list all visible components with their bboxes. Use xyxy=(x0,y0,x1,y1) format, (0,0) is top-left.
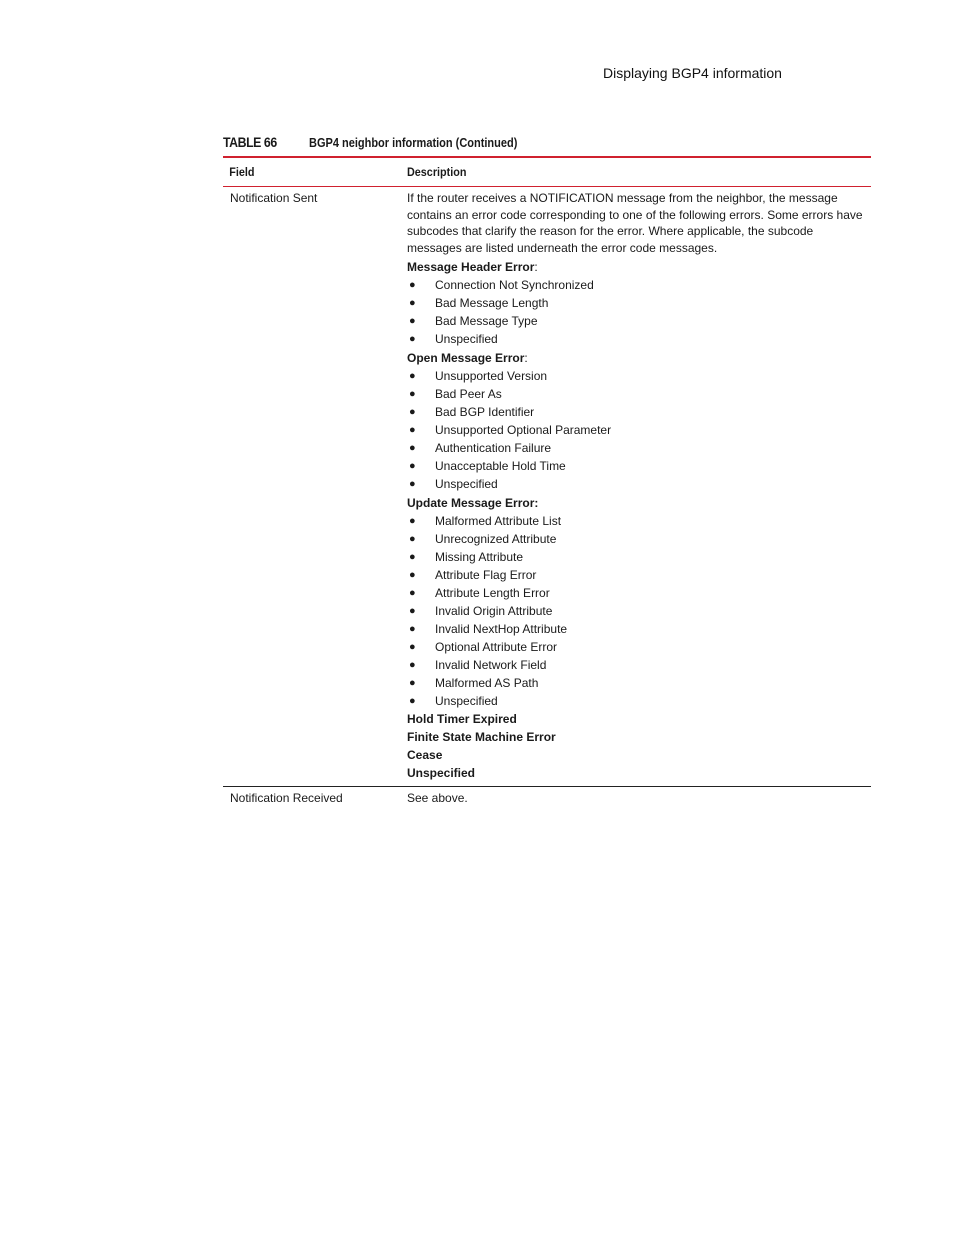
error-group-title: Update Message Error: xyxy=(407,494,865,512)
error-group-title: Message Header Error: xyxy=(407,258,865,276)
list-item: ● Bad Message Type xyxy=(407,312,865,330)
list-item: ● Malformed AS Path xyxy=(407,674,865,692)
bullet-icon: ● xyxy=(409,551,416,563)
bullet-icon: ● xyxy=(409,478,416,490)
bullet-icon: ● xyxy=(409,460,416,472)
list-item-text: Attribute Flag Error xyxy=(435,568,537,582)
list-item: ● Bad Message Length xyxy=(407,294,865,312)
list-item: ● Malformed Attribute List xyxy=(407,512,865,530)
list-item-text: Bad Message Type xyxy=(435,314,538,328)
list-item: ● Authentication Failure xyxy=(407,439,865,457)
error-code-label: Hold Timer Expired xyxy=(407,712,517,726)
list-item: ● Unsupported Optional Parameter xyxy=(407,421,865,439)
list-item: ● Optional Attribute Error xyxy=(407,638,865,656)
list-item-text: Bad Message Length xyxy=(435,296,549,310)
table-label: TABLE 66 xyxy=(223,134,277,150)
list-item: ● Attribute Flag Error xyxy=(407,566,865,584)
list-item-text: Unrecognized Attribute xyxy=(435,532,557,546)
list-item-text: Invalid Network Field xyxy=(435,658,547,672)
list-item-text: Optional Attribute Error xyxy=(435,640,558,654)
bullet-icon: ● xyxy=(409,587,416,599)
list-item-text: Unacceptable Hold Time xyxy=(435,459,566,473)
error-group-title-text: Open Message Error xyxy=(407,351,525,365)
list-item: ● Invalid Network Field xyxy=(407,656,865,674)
list-item-text: Missing Attribute xyxy=(435,550,524,564)
list-item-text: Bad BGP Identifier xyxy=(435,405,535,419)
bullet-icon: ● xyxy=(409,279,416,291)
list-item: ● Unsupported Version xyxy=(407,367,865,385)
list-item: ● Unrecognized Attribute xyxy=(407,530,865,548)
list-item-text: Unsupported Version xyxy=(435,369,548,383)
description-intro: If the router receives a NOTIFICATION me… xyxy=(407,191,863,255)
field-cell: Notification Sent xyxy=(230,191,318,205)
list-item-text: Authentication Failure xyxy=(435,441,552,455)
list-item: ● Attribute Length Error xyxy=(407,584,865,602)
list-item-text: Unspecified xyxy=(435,477,498,491)
bullet-icon: ● xyxy=(409,370,416,382)
list-item-text: Malformed Attribute List xyxy=(435,514,562,528)
error-group-title-text: Update Message Error: xyxy=(407,496,539,510)
bullet-icon: ● xyxy=(409,333,416,345)
list-item-text: Attribute Length Error xyxy=(435,586,550,600)
bullet-icon: ● xyxy=(409,442,416,454)
table-row: Notification Received See above. xyxy=(223,787,871,807)
standalone-errors: Hold Timer Expired Finite State Machine E… xyxy=(407,710,865,782)
list-item: ● Unspecified xyxy=(407,330,865,348)
error-code-label: Unspecified xyxy=(407,766,476,780)
description-cell: See above. xyxy=(407,791,468,805)
table-caption: TABLE 66 BGP4 neighbor information (Cont… xyxy=(223,134,871,156)
bullet-icon: ● xyxy=(409,695,416,707)
list-item: ● Invalid Origin Attribute xyxy=(407,602,865,620)
bullet-icon: ● xyxy=(409,424,416,436)
error-groups: Message Header Error: ● Connection Not Syn… xyxy=(407,258,865,710)
error-group-colon: : xyxy=(524,351,528,365)
bullet-icon: ● xyxy=(409,388,416,400)
list-item-text: Invalid NextHop Attribute xyxy=(435,622,568,636)
column-header-description: Description xyxy=(407,165,467,179)
table-row: Notification Sent If the router receives… xyxy=(223,187,871,786)
bullet-icon: ● xyxy=(409,315,416,327)
error-code-label: Finite State Machine Error xyxy=(407,730,556,744)
list-item-text: Bad Peer As xyxy=(435,387,502,401)
bullet-icon: ● xyxy=(409,515,416,527)
bullet-icon: ● xyxy=(409,659,416,671)
list-item: ● Missing Attribute xyxy=(407,548,865,566)
table-header-row: Field Description xyxy=(223,158,871,186)
table-title: BGP4 neighbor information (Continued) xyxy=(309,136,518,150)
bgp4-neighbor-table: TABLE 66 BGP4 neighbor information (Cont… xyxy=(223,134,871,807)
bullet-icon: ● xyxy=(409,533,416,545)
list-item-text: Connection Not Synchronized xyxy=(435,278,594,292)
field-cell: Notification Received xyxy=(230,791,343,805)
list-item: ● Bad BGP Identifier xyxy=(407,403,865,421)
list-item: ● Unspecified xyxy=(407,475,865,493)
bullet-icon: ● xyxy=(409,641,416,653)
bullet-icon: ● xyxy=(409,605,416,617)
list-item-text: Unspecified xyxy=(435,332,498,346)
list-item-text: Invalid Origin Attribute xyxy=(435,604,553,618)
error-group-title-text: Message Header Error xyxy=(407,260,535,274)
list-item: ● Invalid NextHop Attribute xyxy=(407,620,865,638)
list-item-text: Unspecified xyxy=(435,694,498,708)
list-item: ● Unacceptable Hold Time xyxy=(407,457,865,475)
list-item: ● Bad Peer As xyxy=(407,385,865,403)
description-cell: If the router receives a NOTIFICATION me… xyxy=(407,190,871,782)
error-group-colon: : xyxy=(534,260,538,274)
list-item-text: Unsupported Optional Parameter xyxy=(435,423,612,437)
error-code-label: Cease xyxy=(407,748,443,762)
error-group-title: Open Message Error: xyxy=(407,349,865,367)
bullet-icon: ● xyxy=(409,623,416,635)
list-item: ● Unspecified xyxy=(407,692,865,710)
bullet-icon: ● xyxy=(409,297,416,309)
bullet-icon: ● xyxy=(409,569,416,581)
running-header: Displaying BGP4 information xyxy=(603,65,782,81)
list-item: ● Connection Not Synchronized xyxy=(407,276,865,294)
bullet-icon: ● xyxy=(409,406,416,418)
column-header-field: Field xyxy=(229,165,255,179)
bullet-icon: ● xyxy=(409,677,416,689)
list-item-text: Malformed AS Path xyxy=(435,676,539,690)
